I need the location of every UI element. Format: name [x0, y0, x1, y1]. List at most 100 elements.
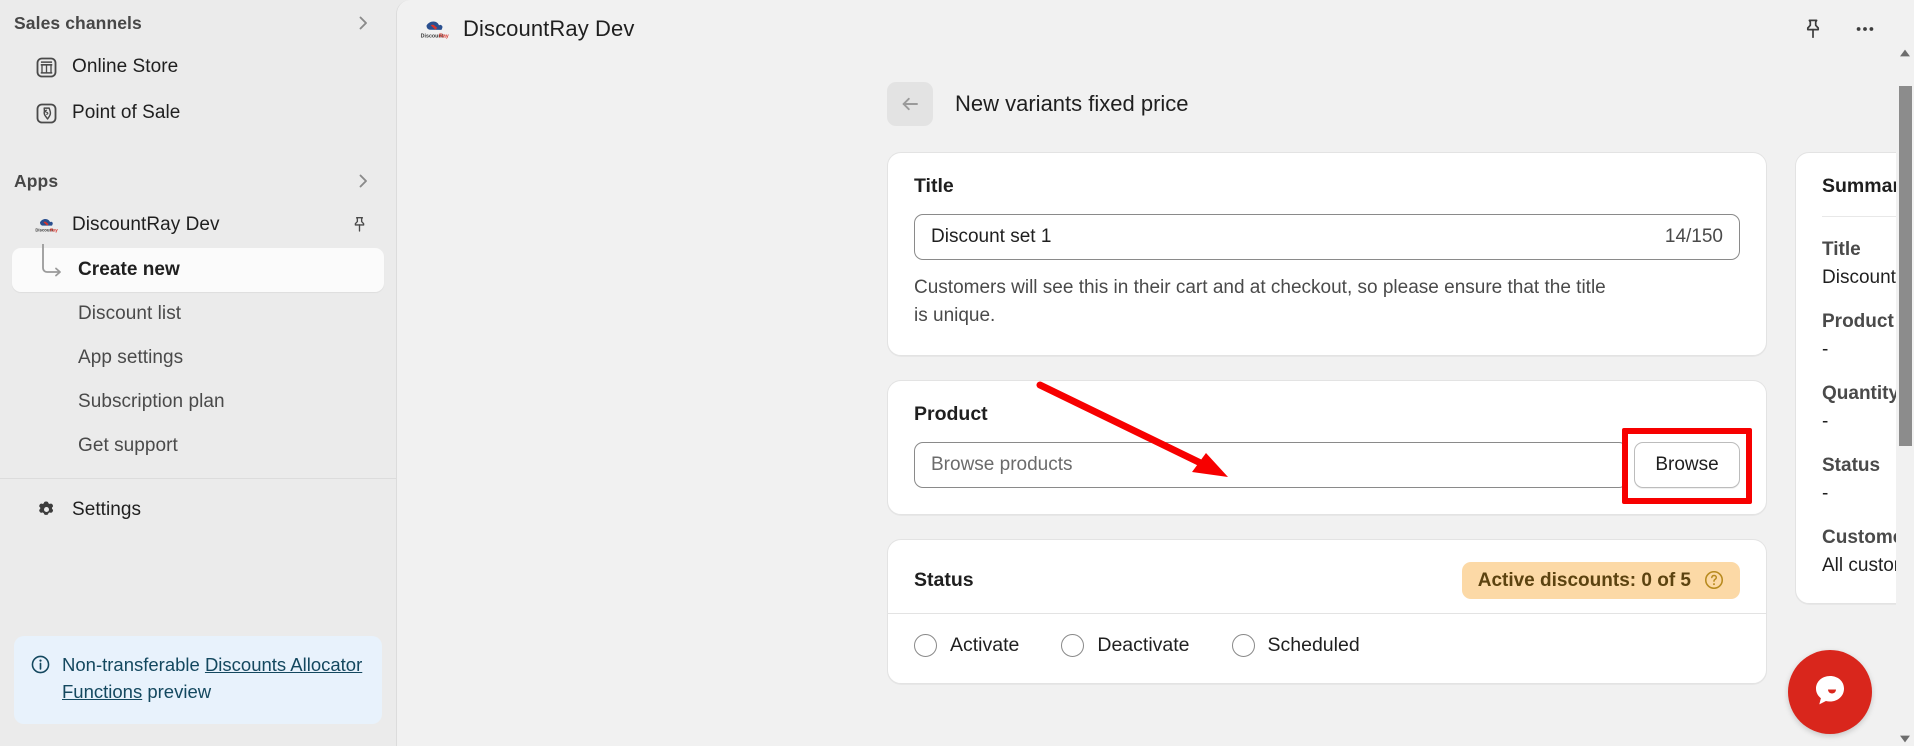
product-card: Product Browse products Browse — [887, 380, 1767, 516]
vertical-scrollbar[interactable] — [1896, 46, 1914, 746]
sidebar-footer: Non-transferable Discounts Allocator Fun… — [0, 620, 396, 746]
summary-row-key: Customer eligibility — [1822, 527, 1896, 548]
page-title: New variants fixed price — [955, 91, 1189, 116]
summary-row-status: Status - — [1822, 455, 1896, 505]
summary-row-title: Title Discount set 1 — [1822, 239, 1896, 289]
status-option-label: Scheduled — [1267, 634, 1360, 657]
info-circle-icon — [30, 654, 52, 676]
discountray-logo-icon: Discount Ray — [419, 14, 449, 44]
embedded-app-topbar: Discount Ray DiscountRay Dev — [397, 0, 1914, 58]
tag-icon — [34, 101, 58, 125]
sidebar-item-settings[interactable]: Settings — [12, 487, 384, 533]
sidebar-item-label: DiscountRay Dev — [72, 214, 220, 235]
svg-text:Ray: Ray — [439, 33, 449, 39]
sidebar-item-label: Settings — [72, 499, 142, 520]
content-scroll-area[interactable]: New variants fixed price Title Discount … — [397, 58, 1896, 746]
svg-text:Ray: Ray — [50, 228, 58, 233]
sidebar-item-label: Discount list — [78, 303, 182, 324]
chevron-right-icon[interactable] — [352, 170, 374, 192]
product-search-input[interactable]: Browse products — [914, 442, 1628, 489]
topbar-left-group: Discount Ray DiscountRay Dev — [419, 14, 635, 44]
status-option-activate[interactable]: Activate — [914, 634, 1020, 658]
browse-button-wrapper: Browse — [1622, 428, 1752, 505]
sidebar-section-sales-channels[interactable]: Sales channels — [0, 2, 396, 44]
pin-icon[interactable] — [350, 215, 370, 235]
summary-divider — [1822, 216, 1896, 217]
summary-row-key: Title — [1822, 239, 1861, 260]
chevron-right-icon[interactable] — [352, 12, 374, 34]
status-divider — [888, 613, 1766, 615]
sidebar-scroll-area[interactable]: Sales channels Online Store Point of Sal… — [0, 0, 396, 620]
summary-row-quantity-range: Quantity range - — [1822, 383, 1896, 433]
status-option-scheduled[interactable]: Scheduled — [1231, 634, 1360, 658]
radio-icon[interactable] — [914, 634, 937, 658]
page-header: New variants fixed price — [887, 82, 1896, 126]
status-card-header: Status Active discounts: 0 of 5 — [914, 562, 1740, 600]
notice-suffix: preview — [142, 681, 212, 703]
back-button[interactable] — [887, 82, 933, 126]
sidebar: Sales channels Online Store Point of Sal… — [0, 0, 396, 746]
sidebar-item-app-settings[interactable]: App settings — [12, 336, 384, 380]
scrollbar-track[interactable] — [1896, 60, 1914, 732]
product-search-row: Browse products Browse — [914, 428, 1752, 505]
application-window: Sales channels Online Store Point of Sal… — [0, 0, 1914, 746]
summary-row-value: All customers — [1822, 555, 1896, 576]
summary-title: Summary — [1822, 175, 1896, 197]
preview-notice-banner: Non-transferable Discounts Allocator Fun… — [14, 636, 382, 724]
sidebar-item-point-of-sale[interactable]: Point of Sale — [12, 90, 384, 136]
summary-row-customer-eligibility: Customer eligibility All customers — [1822, 527, 1896, 577]
chat-launcher-button[interactable] — [1788, 650, 1872, 734]
summary-row-value: - — [1822, 339, 1829, 360]
notice-prefix: Non-transferable — [62, 654, 205, 676]
summary-card: Summary Title Discount set 1 Product - Q… — [1795, 152, 1896, 604]
ellipsis-horizontal-icon[interactable] — [1852, 16, 1878, 42]
status-radio-group: Activate Deactivate Scheduled — [914, 634, 1740, 658]
sidebar-section-apps[interactable]: Apps — [0, 160, 396, 202]
title-input-value: Discount set 1 — [931, 226, 1052, 247]
sidebar-item-label: Subscription plan — [78, 391, 225, 412]
title-help-text: Customers will see this in their cart an… — [914, 277, 1606, 326]
topbar-right-group — [1800, 16, 1892, 42]
product-search-placeholder: Browse products — [931, 454, 1073, 476]
summary-row-value: - — [1822, 411, 1829, 432]
sidebar-item-get-support[interactable]: Get support — [12, 424, 384, 468]
title-char-counter: 14/150 — [1664, 226, 1723, 247]
chat-bubble-icon — [1808, 668, 1852, 717]
title-card: Title Discount set 1 14/150 Customers wi… — [887, 152, 1767, 357]
sidebar-item-label: Online Store — [72, 56, 179, 77]
sidebar-item-label: Create new — [78, 259, 180, 280]
sidebar-item-discountray-dev[interactable]: Discount Ray DiscountRay Dev — [12, 202, 384, 248]
question-circle-icon[interactable] — [1703, 569, 1726, 592]
sidebar-item-create-new[interactable]: Create new — [12, 248, 384, 292]
status-card-label: Status — [914, 569, 974, 592]
status-option-deactivate[interactable]: Deactivate — [1061, 634, 1190, 658]
radio-icon[interactable] — [1231, 634, 1255, 658]
summary-row-key: Quantity range — [1822, 383, 1896, 404]
sales-channels-heading: Sales channels — [14, 12, 142, 33]
topbar-app-title: DiscountRay Dev — [463, 16, 635, 41]
status-option-label: Deactivate — [1097, 634, 1190, 657]
sidebar-item-subscription-plan[interactable]: Subscription plan — [12, 380, 384, 424]
sidebar-item-online-store[interactable]: Online Store — [12, 44, 384, 90]
scrollbar-thumb[interactable] — [1899, 86, 1912, 446]
browse-button[interactable]: Browse — [1634, 442, 1740, 489]
primary-column: Title Discount set 1 14/150 Customers wi… — [887, 152, 1767, 708]
title-card-label: Title — [914, 175, 954, 197]
status-card: Status Active discounts: 0 of 5 Activate… — [887, 539, 1767, 685]
content-columns: Title Discount set 1 14/150 Customers wi… — [887, 152, 1896, 708]
summary-row-product: Product - — [1822, 311, 1896, 361]
sidebar-item-discount-list[interactable]: Discount list — [12, 292, 384, 336]
status-option-label: Activate — [950, 634, 1020, 657]
sidebar-item-label: Point of Sale — [72, 102, 181, 123]
preview-notice-text: Non-transferable Discounts Allocator Fun… — [62, 652, 366, 706]
caret-up-icon[interactable] — [1896, 46, 1914, 60]
caret-down-icon[interactable] — [1896, 732, 1914, 746]
summary-row-value: - — [1822, 483, 1829, 504]
discountray-logo-icon: Discount Ray — [34, 213, 58, 237]
summary-row-key: Status — [1822, 455, 1881, 476]
pin-icon[interactable] — [1800, 16, 1826, 42]
radio-icon[interactable] — [1061, 634, 1085, 658]
sidebar-divider — [0, 478, 396, 479]
title-input[interactable]: Discount set 1 14/150 — [914, 214, 1740, 260]
product-card-label: Product — [914, 403, 988, 426]
